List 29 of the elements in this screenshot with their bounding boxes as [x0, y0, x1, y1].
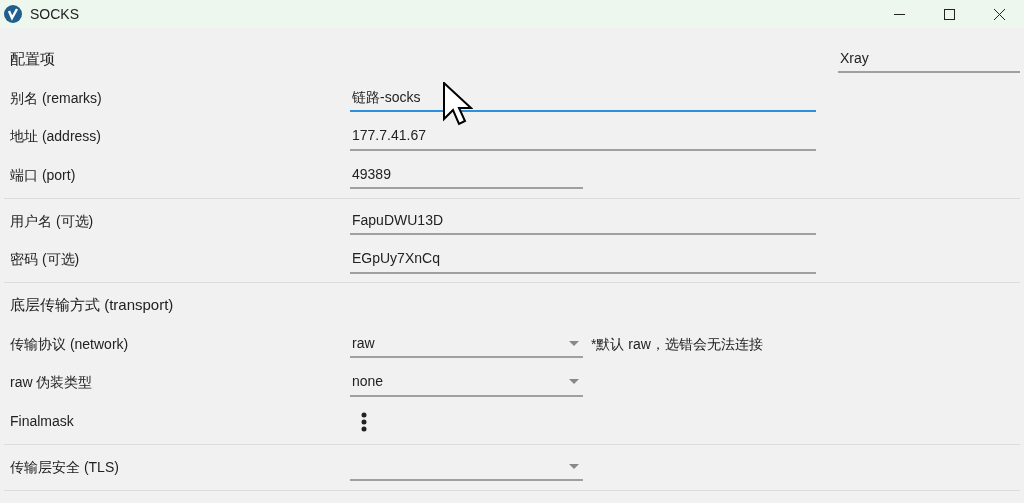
- field-label: Finalmask: [9, 412, 75, 432]
- text-field[interactable]: FapuDWU13D: [350, 207, 816, 236]
- field-label: 别名 (remarks): [9, 88, 103, 108]
- dropdown[interactable]: raw: [350, 330, 583, 359]
- field-label: 传输层安全 (TLS): [9, 457, 120, 477]
- caret-icon: [569, 379, 579, 385]
- field-label: 端口 (port): [9, 165, 77, 185]
- section-heading: 底层传输方式 (transport): [9, 295, 174, 316]
- field-label: 传输协议 (network): [9, 334, 130, 354]
- field-label: raw 伪装类型: [9, 373, 94, 393]
- mouse-cursor-icon: [443, 82, 473, 126]
- hint-text: *默认 raw，选错会无法连接: [591, 334, 763, 354]
- text-field[interactable]: 49389: [350, 161, 583, 190]
- more-icon: [361, 411, 367, 432]
- window-title: SOCKS: [30, 4, 79, 24]
- core-field[interactable]: Xray: [838, 45, 1020, 74]
- section-heading: 配置项: [9, 49, 55, 70]
- minimize-icon: [893, 13, 905, 15]
- close-icon: [993, 8, 1005, 20]
- field-label: 地址 (address): [9, 127, 103, 147]
- text-field[interactable]: 177.7.41.67: [350, 122, 816, 151]
- caret-icon: [569, 463, 579, 469]
- maximize-icon: [943, 8, 955, 20]
- caret-icon: [569, 340, 579, 346]
- text-field[interactable]: EGpUy7XnCq: [350, 245, 816, 274]
- field-label: 密码 (可选): [9, 250, 81, 270]
- app-logo-icon: [4, 5, 22, 23]
- dropdown[interactable]: none: [350, 368, 583, 397]
- field-label: 用户名 (可选): [9, 211, 95, 231]
